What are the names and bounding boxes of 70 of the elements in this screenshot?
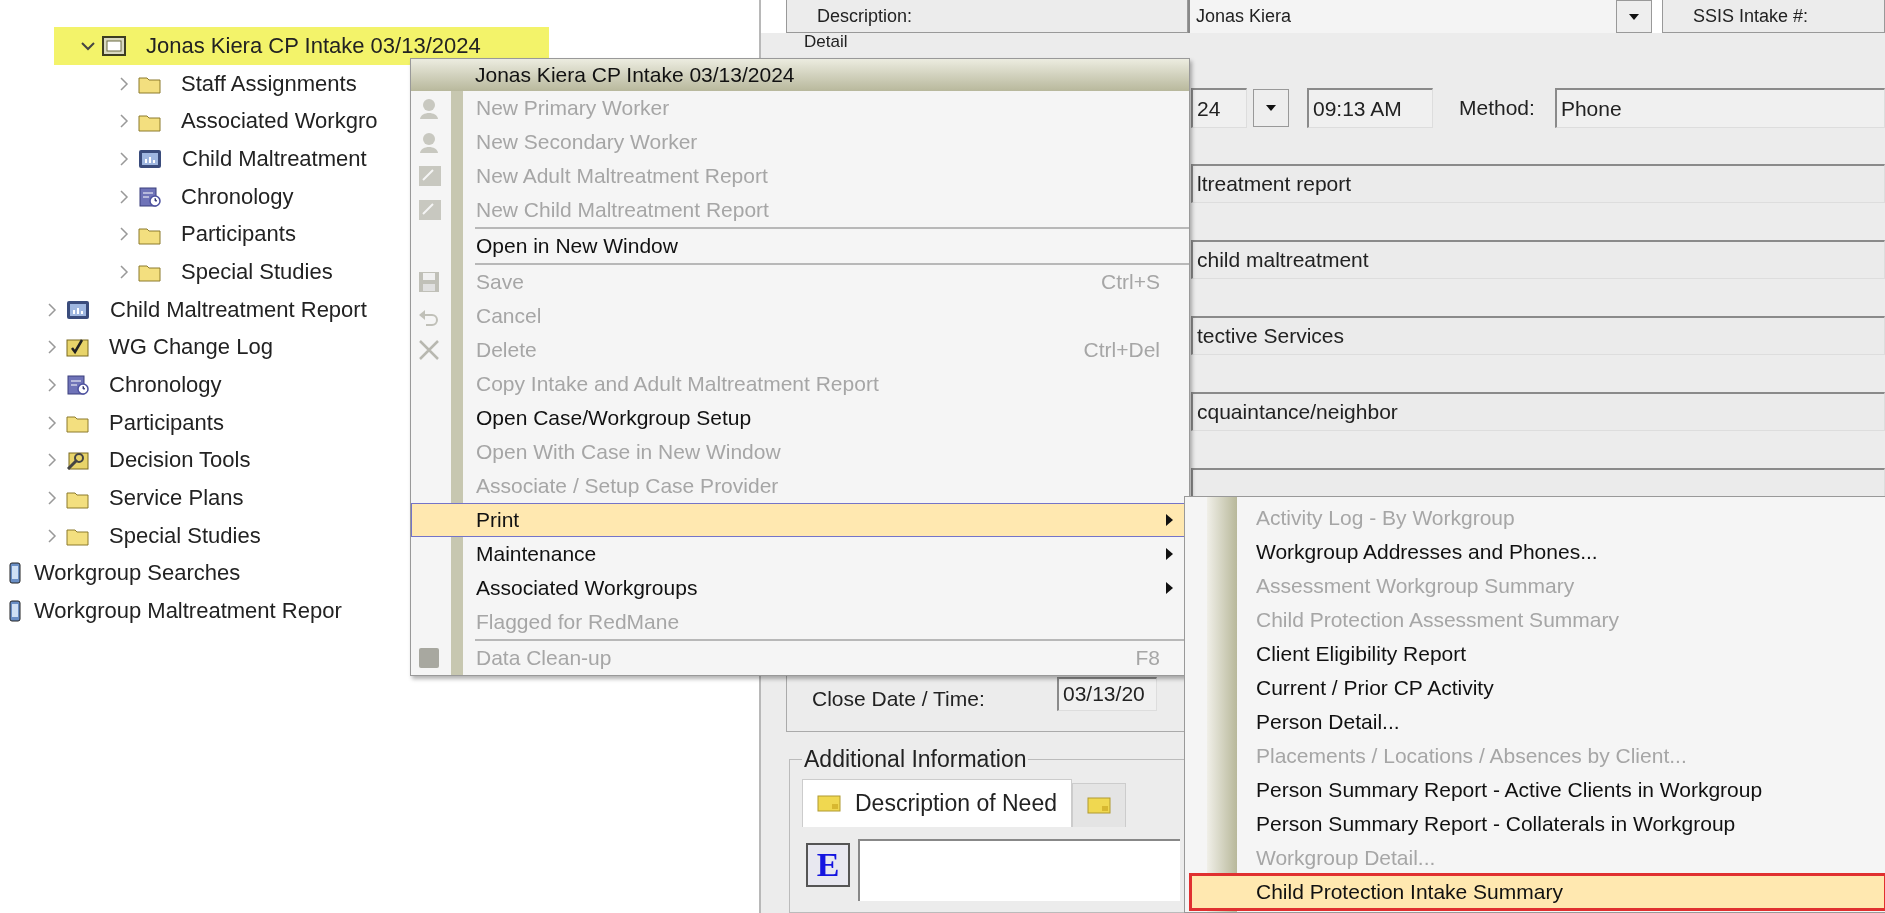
field-label: Description: bbox=[786, 0, 1188, 34]
person-icon bbox=[418, 97, 440, 119]
calendar-clock-icon bbox=[66, 374, 89, 397]
tree-item[interactable]: Associated Workgro bbox=[0, 102, 378, 141]
square-icon bbox=[418, 647, 440, 669]
dropdown-button[interactable] bbox=[1616, 0, 1652, 34]
tree-item[interactable]: Child Maltreatment bbox=[0, 140, 367, 178]
close-icon bbox=[418, 339, 440, 361]
text-field[interactable]: ltreatment report bbox=[1191, 164, 1885, 204]
tree-item[interactable]: Special Studies bbox=[0, 516, 261, 555]
person-icon bbox=[418, 131, 440, 153]
menu-item[interactable]: Associated Workgroups bbox=[411, 571, 1185, 605]
menu-item[interactable]: Workgroup Addresses and Phones... bbox=[1191, 535, 1885, 569]
tree-item[interactable]: WG Change Log bbox=[0, 328, 273, 367]
menu-title: Jonas Kiera CP Intake 03/13/2024 bbox=[411, 59, 1189, 91]
document-icon bbox=[418, 165, 442, 187]
tab[interactable] bbox=[1072, 782, 1126, 827]
tree-item[interactable]: Chronology bbox=[0, 366, 222, 404]
tree-item[interactable]: Participants bbox=[0, 215, 296, 254]
report-icon bbox=[138, 147, 162, 170]
caret-down-icon bbox=[1628, 12, 1640, 21]
menu-item[interactable]: Current / Prior CP Activity bbox=[1191, 671, 1885, 705]
submenu-arrow-icon bbox=[1165, 547, 1174, 561]
tree-item[interactable]: Workgroup Maltreatment Repor bbox=[0, 592, 342, 630]
text-area[interactable] bbox=[858, 838, 1180, 901]
field-label: Close Date / Time: bbox=[812, 686, 986, 711]
menu-item[interactable]: Person Summary Report - Collaterals in Workgroup bbox=[1191, 807, 1885, 841]
document-icon bbox=[418, 199, 442, 221]
method-field[interactable]: Phone bbox=[1554, 88, 1885, 129]
menu-item[interactable]: Person Summary Report - Active Clients in Workgroup bbox=[1191, 773, 1885, 807]
field-label: SSIS Intake #: bbox=[1662, 0, 1885, 34]
text-field[interactable]: tective Services bbox=[1191, 316, 1885, 356]
checklist-icon bbox=[66, 336, 89, 359]
menu-item[interactable]: Person Detail... bbox=[1191, 705, 1885, 739]
folder-icon bbox=[817, 793, 841, 813]
submenu-arrow-icon bbox=[1165, 513, 1174, 527]
group-title: Additional Information bbox=[803, 745, 1028, 773]
tree-item[interactable]: Workgroup Searches bbox=[0, 554, 241, 593]
close-date-field[interactable]: 03/13/20 bbox=[1057, 676, 1157, 711]
tree-item[interactable]: Child Maltreatment Report bbox=[0, 290, 367, 329]
time-field[interactable]: 09:13 AM bbox=[1307, 88, 1433, 129]
tab[interactable]: Description of Need bbox=[802, 778, 1072, 827]
tablet-icon bbox=[8, 600, 22, 623]
date-field[interactable]: 24 bbox=[1191, 88, 1247, 129]
menu-item[interactable]: Child Protection Intake Summary bbox=[1191, 875, 1885, 909]
tree-item[interactable]: Service Plans bbox=[0, 479, 244, 517]
tree-item[interactable]: Special Studies bbox=[0, 253, 333, 291]
tree-item[interactable]: Staff Assignments bbox=[0, 64, 357, 103]
description-field[interactable]: Jonas Kiera bbox=[1188, 0, 1616, 34]
menu-item[interactable]: Open Case/Workgroup Setup bbox=[411, 401, 1185, 435]
section-label: Detail bbox=[804, 33, 849, 52]
tree-item[interactable]: Decision Tools bbox=[0, 441, 251, 480]
field-label: Method: bbox=[1459, 96, 1535, 121]
tree-item[interactable]: Participants bbox=[0, 403, 224, 442]
tree-item[interactable]: Jonas Kiera CP Intake 03/13/2024 bbox=[54, 27, 549, 65]
menu-item[interactable]: Print bbox=[411, 503, 1185, 537]
caret-down-icon bbox=[1265, 104, 1277, 113]
tree-item[interactable]: Chronology bbox=[0, 177, 294, 216]
menu-item[interactable]: Open in New Window bbox=[411, 229, 1185, 263]
menu-item[interactable]: Maintenance bbox=[411, 537, 1185, 571]
calendar-clock-icon bbox=[138, 185, 161, 208]
editor-button[interactable]: E bbox=[806, 842, 850, 887]
text-field[interactable]: cquaintance/neighbor bbox=[1191, 392, 1885, 432]
menu-item[interactable]: Client Eligibility Report bbox=[1191, 637, 1885, 671]
report-icon bbox=[66, 298, 90, 321]
folder-icon bbox=[1087, 795, 1111, 815]
tablet-icon bbox=[8, 562, 22, 585]
picture-frame-icon bbox=[102, 34, 126, 57]
text-field[interactable]: child maltreatment bbox=[1191, 240, 1885, 280]
submenu-arrow-icon bbox=[1165, 581, 1174, 595]
